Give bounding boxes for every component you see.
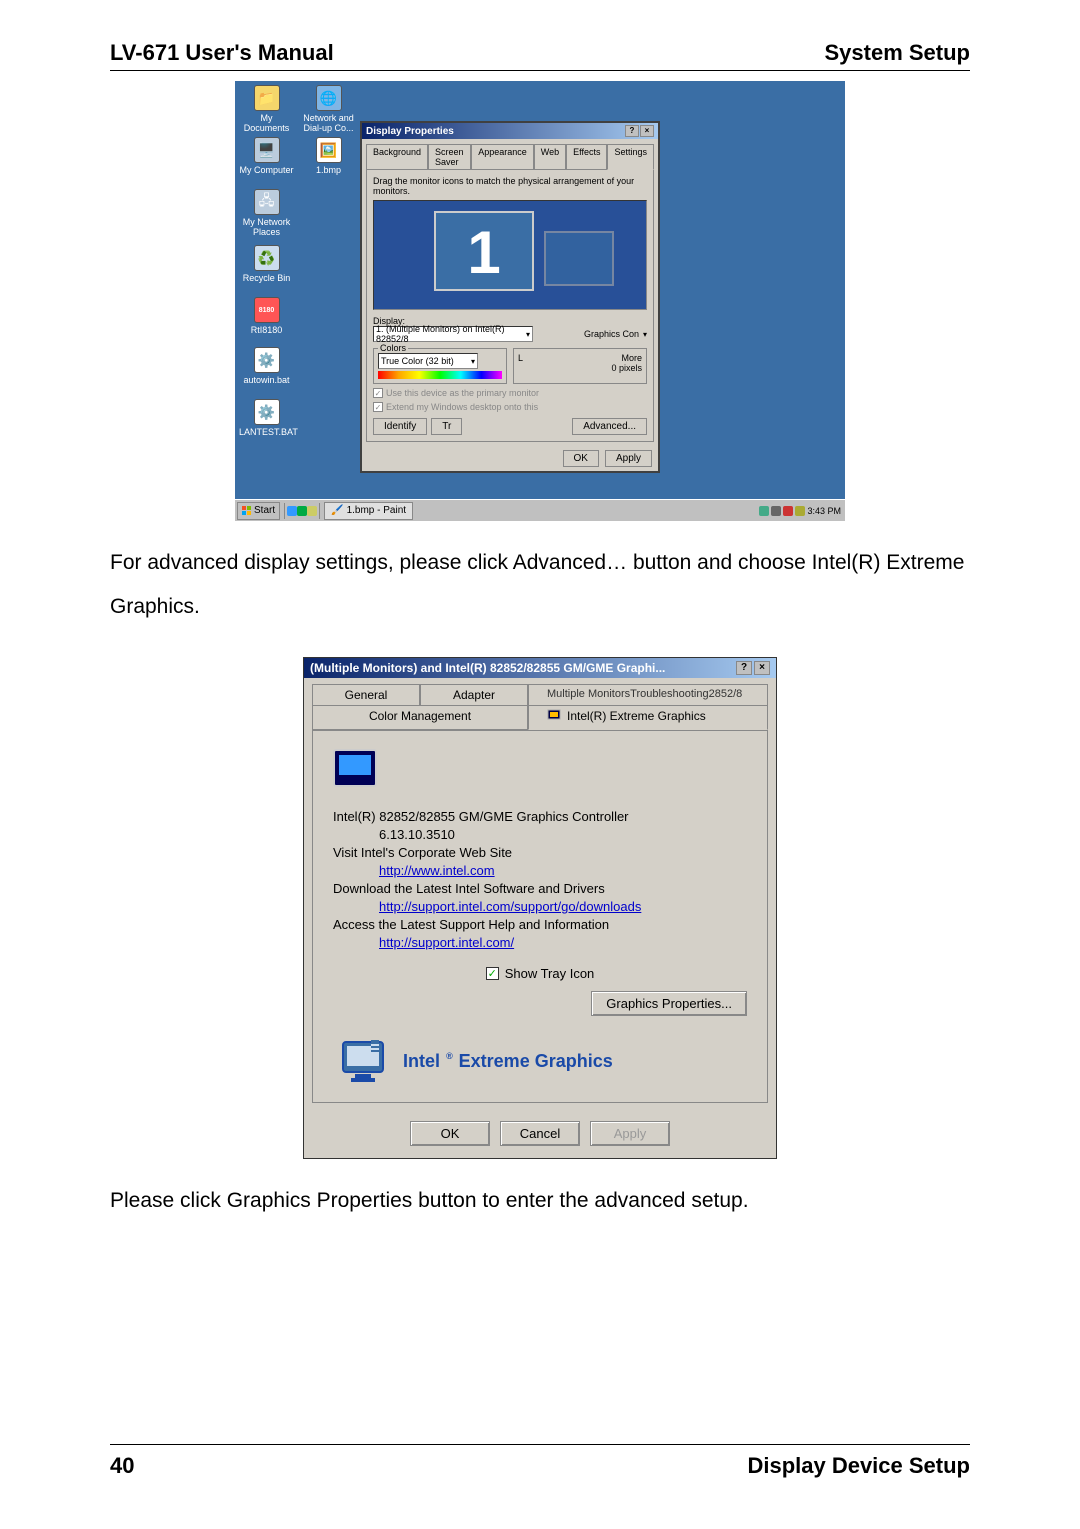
ok-button[interactable]: OK (410, 1121, 490, 1146)
quick-launch-icon-3[interactable] (307, 506, 317, 516)
tab-screensaver[interactable]: Screen Saver (428, 144, 471, 170)
cancel-button[interactable]: Cancel (500, 1121, 580, 1146)
help-icon[interactable]: ? (625, 125, 639, 137)
graphics-properties-button[interactable]: Graphics Properties... (591, 991, 747, 1016)
dialog-title-text: (Multiple Monitors) and Intel(R) 82852/8… (310, 661, 665, 675)
page-footer: 40 Display Device Setup (110, 1444, 970, 1479)
windows-logo-icon (242, 506, 252, 516)
show-tray-icon-checkbox[interactable]: ✓ Show Tray Icon (333, 966, 747, 981)
screen-area-fieldset: LMore 0 pixels (513, 348, 647, 384)
intel-homepage-link[interactable]: http://www.intel.com (379, 863, 495, 878)
body-text-2: Please click Graphics Properties button … (110, 1179, 970, 1223)
intel-monitor-icon (547, 709, 563, 723)
taskbar: Start 🖌️1.bmp - Paint 3:43 PM (235, 499, 845, 521)
taskbar-task-paint[interactable]: 🖌️1.bmp - Paint (324, 502, 413, 520)
tab-background[interactable]: Background (366, 144, 428, 170)
desktop-background: 📁My Documents 🌐Network and Dial-up Co...… (235, 81, 845, 521)
intel-monitor-large-icon (333, 749, 377, 787)
color-depth-select[interactable]: True Color (32 bit) (378, 353, 478, 369)
monitor-2-icon[interactable] (544, 231, 614, 286)
intel-downloads-link[interactable]: http://support.intel.com/support/go/down… (379, 899, 641, 914)
tab-settings[interactable]: Settings (607, 144, 654, 170)
colors-fieldset: Colors True Color (32 bit) (373, 348, 507, 384)
apply-button[interactable]: Apply (590, 1121, 670, 1146)
dialog-title-bar: Display Properties ? × (362, 123, 658, 139)
screenshot-display-properties: 📁My Documents 🌐Network and Dial-up Co...… (235, 81, 845, 521)
monitor-1-icon[interactable]: 1 (434, 211, 534, 291)
desktop-icon-lantest[interactable]: ⚙️LANTEST.BAT (239, 399, 294, 437)
quick-launch-icon-2[interactable] (297, 506, 307, 516)
tab-intel-extreme-graphics[interactable]: Intel(R) Extreme Graphics (528, 705, 768, 730)
tabs-area: General Adapter Multiple MonitorsTrouble… (304, 678, 776, 730)
start-button[interactable]: Start (237, 502, 280, 520)
tab-web[interactable]: Web (534, 144, 566, 170)
identify-button[interactable]: Identify (373, 418, 427, 435)
tab-appearance[interactable]: Appearance (471, 144, 534, 170)
intel-brand-monitor-icon (337, 1038, 391, 1084)
page-number: 40 (110, 1453, 134, 1479)
desktop-icon-network-places[interactable]: 🖧My Network Places (239, 189, 294, 237)
desktop-icon-my-computer[interactable]: 🖥️My Computer (239, 137, 294, 175)
settings-panel: Drag the monitor icons to match the phys… (366, 169, 654, 442)
pixels-label: 0 pixels (518, 363, 642, 373)
manual-title: LV-671 User's Manual (110, 40, 334, 66)
tray-icon-1[interactable] (759, 506, 769, 516)
tab-general[interactable]: General (312, 684, 420, 705)
desktop-icon-autowin[interactable]: ⚙️autowin.bat (239, 347, 294, 385)
tray-icon-2[interactable] (771, 506, 781, 516)
tab-effects[interactable]: Effects (566, 144, 607, 170)
intel-brand-text: Intel® Extreme Graphics (403, 1051, 613, 1072)
advanced-button[interactable]: Advanced... (572, 418, 647, 435)
taskbar-clock: 3:43 PM (807, 506, 841, 516)
desktop-icon-1bmp[interactable]: 🖼️1.bmp (301, 137, 356, 175)
tab-color-management[interactable]: Color Management (312, 705, 528, 730)
controller-name: Intel(R) 82852/82855 GM/GME Graphics Con… (333, 809, 747, 824)
more-label: More (621, 353, 642, 363)
tr-button[interactable]: Tr (431, 418, 462, 435)
dialog-title-text: Display Properties (366, 126, 454, 137)
visit-site-label: Visit Intel's Corporate Web Site (333, 845, 747, 860)
monitor-arrangement-area[interactable]: 1 (373, 200, 647, 310)
section-title: System Setup (825, 40, 971, 66)
tray-icon-4[interactable] (795, 506, 805, 516)
instruction-text: Drag the monitor icons to match the phys… (373, 176, 647, 196)
color-spectrum-bar (378, 371, 502, 379)
page-header: LV-671 User's Manual System Setup (110, 40, 970, 71)
desktop-icon-rtl8180[interactable]: 8180RtI8180 (239, 297, 294, 335)
colors-legend: Colors (378, 343, 408, 353)
primary-monitor-checkbox: ✓Use this device as the primary monitor (373, 388, 647, 398)
display-properties-dialog: Display Properties ? × Background Screen… (360, 121, 660, 473)
intel-brand-row: Intel® Extreme Graphics (333, 1028, 747, 1088)
tab-adapter[interactable]: Adapter (420, 684, 528, 705)
apply-button[interactable]: Apply (605, 450, 652, 467)
close-icon[interactable]: × (640, 125, 654, 137)
body-text-1: For advanced display settings, please cl… (110, 541, 970, 629)
tab-monitor-troubleshooting[interactable]: Multiple MonitorsTroubleshooting2852/8 (528, 684, 768, 705)
desktop-icon-network-dialup[interactable]: 🌐Network and Dial-up Co... (301, 85, 356, 133)
tray-icon-3[interactable] (783, 506, 793, 516)
close-icon[interactable]: × (754, 661, 770, 675)
desktop-icon-recycle-bin[interactable]: ♻️Recycle Bin (239, 245, 294, 283)
footer-section: Display Device Setup (747, 1453, 970, 1479)
quick-launch-icon-1[interactable] (287, 506, 297, 516)
system-tray: 3:43 PM (755, 506, 845, 516)
dialog-button-row: OK Cancel Apply (304, 1111, 776, 1158)
extend-desktop-checkbox: ✓Extend my Windows desktop onto this (373, 402, 647, 412)
display-select[interactable]: 1. (Multiple Monitors) on Intel(R) 82852… (373, 326, 533, 342)
dialog-title-bar: (Multiple Monitors) and Intel(R) 82852/8… (304, 658, 776, 678)
download-drivers-label: Download the Latest Intel Software and D… (333, 881, 747, 896)
taskbar-divider (319, 503, 320, 519)
ok-button[interactable]: OK (563, 450, 599, 467)
taskbar-divider (284, 503, 285, 519)
intel-panel: Intel(R) 82852/82855 GM/GME Graphics Con… (312, 730, 768, 1103)
graphics-con-link[interactable]: Graphics Con (584, 329, 639, 339)
screenshot-intel-extreme-graphics: (Multiple Monitors) and Intel(R) 82852/8… (303, 657, 777, 1159)
help-icon[interactable]: ? (736, 661, 752, 675)
support-help-label: Access the Latest Support Help and Infor… (333, 917, 747, 932)
tabs-row: Background Screen Saver Appearance Web E… (366, 143, 654, 169)
checkbox-icon: ✓ (486, 967, 499, 980)
intel-support-link[interactable]: http://support.intel.com/ (379, 935, 514, 950)
desktop-icon-my-documents[interactable]: 📁My Documents (239, 85, 294, 133)
driver-version: 6.13.10.3510 (333, 827, 747, 842)
